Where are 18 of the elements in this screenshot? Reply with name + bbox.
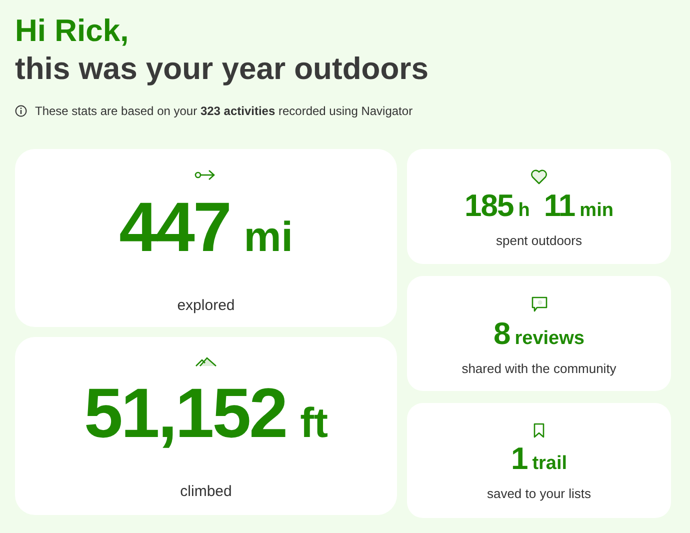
stat-value: 185 h 11 min — [464, 189, 614, 225]
stat-caption: shared with the community — [462, 360, 616, 378]
greeting-text: Hi Rick, — [15, 12, 130, 50]
stat-value: 51,152 ft — [84, 377, 328, 454]
stat-value: 1 trail — [510, 442, 568, 478]
stat-caption: saved to your lists — [486, 485, 592, 503]
stat-value: 447 mi — [119, 191, 293, 268]
stat-caption: spent outdoors — [496, 232, 582, 250]
speech-bubble-icon — [530, 296, 548, 313]
page-title: this was your year outdoors — [15, 50, 430, 88]
info-icon — [15, 105, 27, 117]
stat-caption: climbed — [180, 482, 232, 502]
stat-caption: explored — [177, 296, 235, 316]
heart-icon — [530, 169, 548, 185]
bookmark-icon — [533, 423, 545, 438]
stat-value: 8 reviews — [494, 317, 584, 353]
info-text: These stats are based on your 323 activities recorded using Navigator — [35, 103, 413, 120]
mountain-icon — [195, 357, 217, 367]
